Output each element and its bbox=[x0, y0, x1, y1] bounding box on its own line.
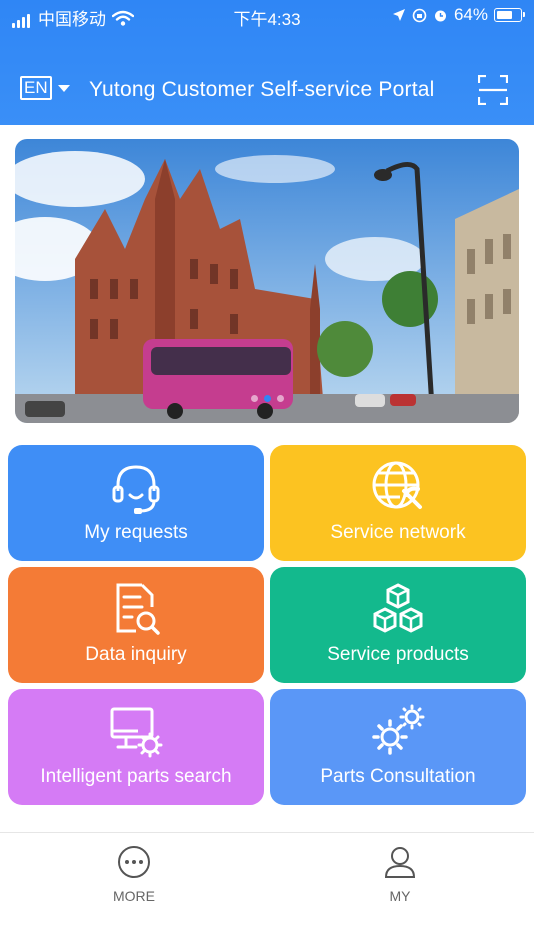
tile-parts-consultation[interactable]: Parts Consultation bbox=[270, 689, 526, 805]
language-selector[interactable]: EN bbox=[20, 76, 70, 100]
user-icon bbox=[384, 847, 416, 878]
tile-label: Service network bbox=[330, 522, 466, 543]
headset-icon bbox=[112, 465, 160, 514]
globe-wrench-icon bbox=[372, 461, 422, 509]
carousel-indicator bbox=[15, 389, 519, 407]
tile-label: Data inquiry bbox=[85, 644, 187, 665]
tile-label: My requests bbox=[84, 522, 188, 543]
tile-my-requests[interactable]: My requests bbox=[8, 445, 264, 561]
alarm-icon bbox=[434, 10, 446, 21]
tile-service-products[interactable]: Service products bbox=[270, 567, 526, 683]
monitor-gear-icon bbox=[110, 707, 163, 758]
tab-label: MORE bbox=[113, 888, 155, 904]
cubes-icon bbox=[373, 583, 423, 633]
tab-my[interactable]: MY bbox=[350, 845, 450, 904]
chevron-down-icon bbox=[57, 84, 70, 92]
banner-carousel[interactable] bbox=[15, 139, 519, 423]
tile-label: Service products bbox=[327, 644, 469, 665]
top-bar: 中国移动 下午4:33 64% EN Yutong Customer Self-… bbox=[0, 0, 534, 125]
tab-label: MY bbox=[389, 888, 411, 904]
gears-icon bbox=[372, 704, 425, 755]
battery-icon bbox=[494, 8, 525, 22]
carousel-dot[interactable] bbox=[276, 395, 284, 402]
more-icon bbox=[118, 846, 150, 878]
tile-data-inquiry[interactable]: Data inquiry bbox=[8, 567, 264, 683]
scan-icon[interactable] bbox=[478, 75, 508, 105]
carousel-dot[interactable] bbox=[250, 395, 258, 402]
status-bar: 中国移动 下午4:33 64% bbox=[0, 0, 534, 30]
page-title: Yutong Customer Self-service Portal bbox=[89, 78, 435, 101]
battery-percent: 64% bbox=[453, 5, 488, 24]
rotation-lock-icon bbox=[412, 8, 427, 22]
tile-label: Parts Consultation bbox=[320, 766, 476, 787]
tile-label: Intelligent parts search bbox=[40, 766, 232, 787]
tile-service-network[interactable]: Service network bbox=[270, 445, 526, 561]
carousel-dot-active[interactable] bbox=[263, 395, 271, 402]
status-right: 64% bbox=[392, 5, 525, 25]
language-label: EN bbox=[20, 76, 52, 100]
bottom-nav: MORE MY bbox=[0, 832, 534, 951]
tile-intelligent-parts-search[interactable]: Intelligent parts search bbox=[8, 689, 264, 805]
tab-more[interactable]: MORE bbox=[84, 845, 184, 904]
banner-image bbox=[15, 139, 519, 423]
location-icon bbox=[392, 9, 405, 21]
document-search-icon bbox=[116, 583, 160, 635]
